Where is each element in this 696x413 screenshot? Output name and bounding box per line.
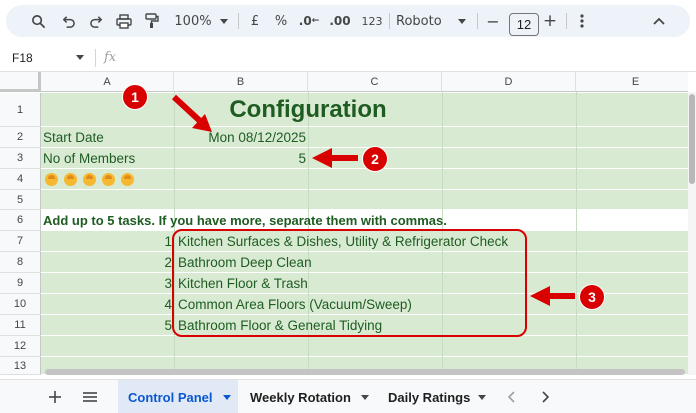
scroll-tabs-left-icon[interactable]: [500, 380, 522, 413]
tab-label: Control Panel: [128, 389, 213, 405]
tab-label: Daily Ratings: [388, 389, 471, 405]
arrow-icon: [312, 148, 358, 168]
sheet-tab-bar: Control Panel Weekly Rotation Daily Rati…: [0, 379, 696, 413]
scroll-tabs-right-icon[interactable]: [534, 380, 556, 413]
horizontal-scrollbar[interactable]: [41, 367, 688, 377]
spreadsheet-window: 100% £ % .0← .00 123 Roboto − 12 + F18: [0, 0, 696, 413]
scrollbar-thumb[interactable]: [689, 94, 695, 184]
chevron-down-icon: [360, 394, 369, 400]
vertical-scrollbar[interactable]: [688, 92, 696, 375]
arrow-icon: [530, 286, 575, 306]
tab-weekly-rotation[interactable]: Weekly Rotation: [240, 380, 370, 413]
all-sheets-menu-icon[interactable]: [79, 380, 101, 413]
scrollbar-thumb[interactable]: [45, 369, 685, 375]
arrow-icon: [171, 94, 212, 132]
tab-control-panel[interactable]: Control Panel: [118, 380, 238, 413]
chevron-down-icon: [478, 394, 487, 400]
add-sheet-icon[interactable]: [44, 380, 66, 413]
annotation-callout-2: 2: [362, 146, 388, 172]
annotation-callout-1: 1: [122, 84, 148, 110]
tab-daily-ratings[interactable]: Daily Ratings: [378, 380, 490, 413]
annotation-callout-3: 3: [579, 284, 605, 310]
chevron-down-icon: [222, 394, 231, 400]
annotation-arrows: [171, 94, 575, 306]
tab-label: Weekly Rotation: [250, 389, 351, 405]
tasks-highlight-box: [172, 229, 527, 337]
